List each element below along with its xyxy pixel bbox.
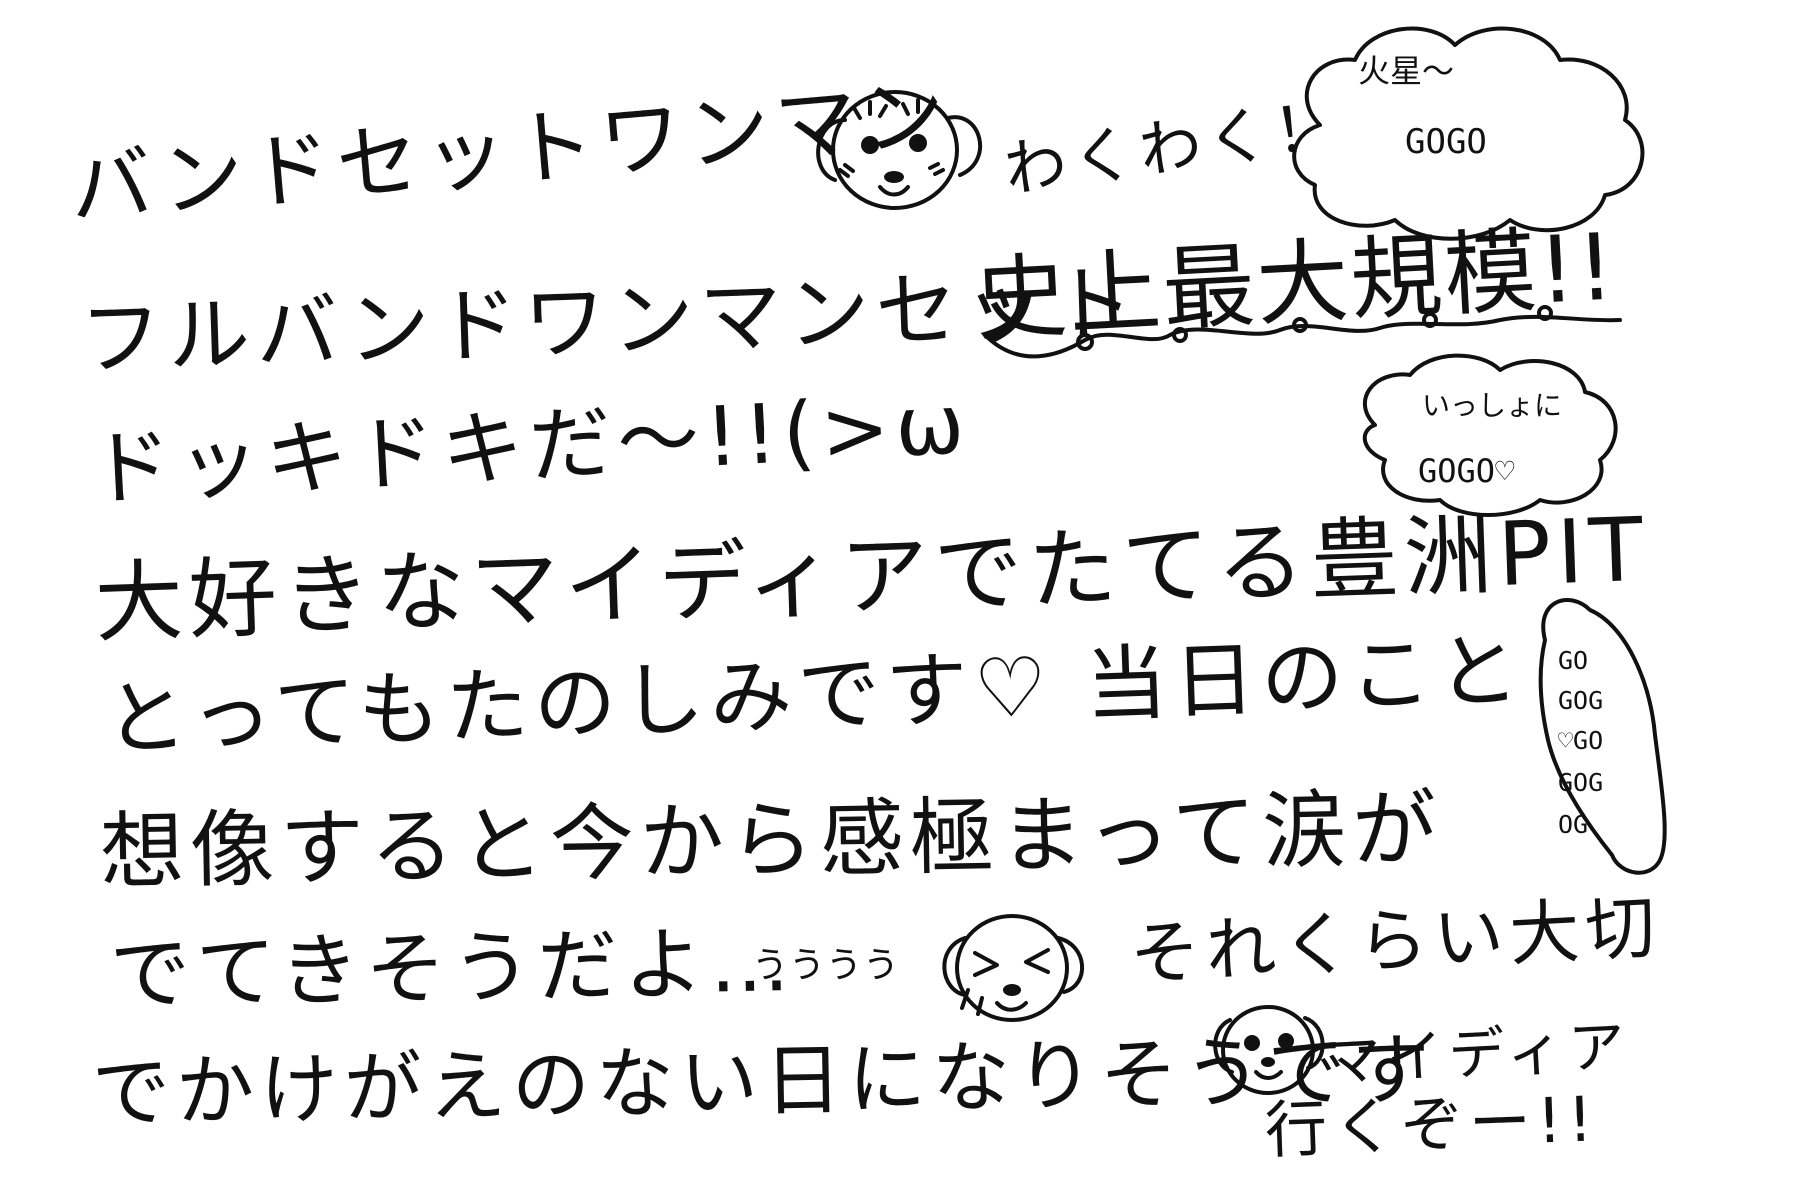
message-line-biggest-ever: 史上最大規模!! bbox=[972, 213, 1619, 354]
message-line-that-important: それくらい大切 bbox=[1127, 886, 1664, 996]
message-line-my-dear: マイディア bbox=[1323, 1014, 1633, 1095]
message-line-sob: うううう bbox=[752, 945, 901, 986]
message-line-band-set: バンドセットワンマン bbox=[65, 66, 955, 238]
bubble-column-line-4: GOG bbox=[1558, 768, 1604, 797]
dog-face-crying-icon bbox=[942, 914, 1084, 1022]
bubble-mars-line-2: GOGO bbox=[1405, 122, 1487, 162]
message-line-irreplaceable-day: でかけがえのない日になりそうです bbox=[91, 1025, 1437, 1139]
bubble-column-line-2: GOG bbox=[1558, 686, 1604, 715]
message-line-dokidoki: ドッキドキだ～!!(>ω bbox=[87, 376, 973, 518]
message-line-imagining: 想像すると今から感極まって涙が bbox=[99, 779, 1444, 901]
message-line-lets-go: 行くぞー!! bbox=[1263, 1082, 1600, 1167]
message-line-looking-forward: とってもたのしみです♡ 当日のこと bbox=[103, 623, 1527, 768]
cloud-bubble-together bbox=[1362, 353, 1618, 517]
bubble-column-line-5: OG bbox=[1558, 810, 1589, 839]
bubble-column-line-1: GO bbox=[1558, 646, 1589, 675]
message-line-tears: でてきそうだよ… bbox=[109, 916, 797, 1021]
bubble-mars-line-1: 火星～ bbox=[1358, 52, 1455, 90]
bubble-together-line-1: いっしょに bbox=[1422, 389, 1563, 422]
handwritten-message-page: バンドセットワンマン わくわく！ フルバンドワンマンセット 史上最大規模!! ド… bbox=[0, 0, 1800, 1200]
message-line-wakuwaku: わくわく！ bbox=[999, 87, 1347, 207]
bubble-together-line-2: GOGO♡ bbox=[1418, 452, 1515, 490]
bubble-column-line-3: ♡GO bbox=[1558, 726, 1604, 755]
